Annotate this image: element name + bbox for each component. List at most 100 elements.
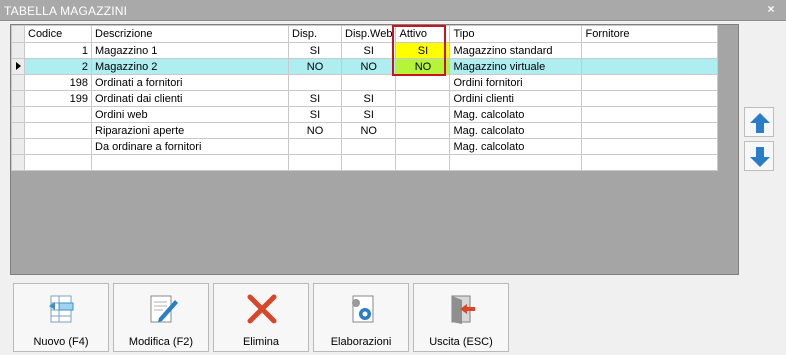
cell-disp-web[interactable]: [340, 138, 397, 155]
cell-attivo[interactable]: NO: [395, 58, 451, 75]
cell-codice[interactable]: [24, 106, 92, 123]
processing-button-label: Elaborazioni: [330, 336, 392, 348]
cell-tipo[interactable]: Ordini fornitori: [449, 74, 583, 91]
move-up-button[interactable]: [744, 107, 774, 137]
cell-disp-web[interactable]: NO: [340, 122, 397, 139]
cell-codice[interactable]: [24, 122, 92, 139]
col-header-descrizione[interactable]: Descrizione: [91, 25, 289, 43]
cell-tipo[interactable]: Mag. calcolato: [449, 106, 583, 123]
cell-tipo[interactable]: Magazzino virtuale: [449, 58, 583, 75]
table-row[interactable]: Riparazioni aperte NO NO Mag. calcolato: [11, 122, 719, 139]
col-header-codice[interactable]: Codice: [24, 25, 92, 43]
cell-descrizione[interactable]: Riparazioni aperte: [91, 122, 289, 139]
col-header-disp-web[interactable]: Disp.Web: [340, 25, 397, 43]
cell-disp[interactable]: SI: [288, 42, 342, 59]
cell-disp[interactable]: SI: [288, 90, 342, 107]
cell-disp[interactable]: SI: [288, 106, 342, 123]
cell-disp[interactable]: [288, 154, 342, 171]
new-button[interactable]: Nuovo (F4): [13, 283, 109, 352]
cell-disp[interactable]: NO: [288, 58, 342, 75]
cell-disp-web[interactable]: [340, 154, 397, 171]
col-header-attivo[interactable]: Attivo: [395, 25, 451, 43]
table-row[interactable]: 1 Magazzino 1 SI SI SI Magazzino standar…: [11, 42, 719, 59]
new-button-label: Nuovo (F4): [33, 336, 89, 348]
processing-button[interactable]: Elaborazioni: [313, 283, 409, 352]
cell-attivo[interactable]: [395, 122, 451, 139]
edit-button-label: Modifica (F2): [128, 336, 194, 348]
cell-fornitore[interactable]: [581, 42, 719, 59]
cell-disp-web[interactable]: SI: [340, 106, 397, 123]
exit-button[interactable]: Uscita (ESC): [413, 283, 509, 352]
cell-codice[interactable]: [24, 138, 92, 155]
cell-disp-web[interactable]: NO: [340, 58, 397, 75]
close-icon[interactable]: ×: [764, 2, 778, 16]
cell-descrizione[interactable]: Magazzino 1: [91, 42, 289, 59]
cell-descrizione[interactable]: Ordinati a fornitori: [91, 74, 289, 91]
row-indicator[interactable]: [11, 74, 25, 91]
cell-attivo[interactable]: [395, 106, 451, 123]
table-row-empty[interactable]: [11, 154, 719, 171]
row-indicator-header: [11, 25, 25, 43]
cell-disp-web[interactable]: SI: [340, 42, 397, 59]
edit-button[interactable]: Modifica (F2): [113, 283, 209, 352]
exit-button-label: Uscita (ESC): [429, 336, 493, 348]
move-down-button[interactable]: [744, 141, 774, 171]
cell-fornitore[interactable]: [581, 122, 719, 139]
cell-disp[interactable]: [288, 74, 342, 91]
cell-attivo[interactable]: [395, 138, 451, 155]
delete-button[interactable]: Elimina: [213, 283, 309, 352]
cell-codice[interactable]: 1: [24, 42, 92, 59]
exit-door-icon: [451, 295, 475, 324]
cell-fornitore[interactable]: [581, 138, 719, 155]
col-header-fornitore[interactable]: Fornitore: [581, 25, 719, 43]
title-bar: TABELLA MAGAZZINI ×: [0, 0, 786, 21]
table-row-selected[interactable]: 2 Magazzino 2 NO NO NO Magazzino virtual…: [11, 58, 719, 75]
current-row-arrow-icon: [16, 61, 21, 70]
cell-descrizione[interactable]: Magazzino 2: [91, 58, 289, 75]
warehouse-table: Codice Descrizione Disp. Disp.Web Attivo…: [11, 25, 719, 171]
cell-tipo[interactable]: Mag. calcolato: [449, 122, 583, 139]
new-table-icon: [49, 295, 74, 323]
table-row[interactable]: Ordini web SI SI Mag. calcolato: [11, 106, 719, 123]
row-indicator[interactable]: [11, 58, 25, 75]
cell-tipo[interactable]: Magazzino standard: [449, 42, 583, 59]
warehouse-grid: Codice Descrizione Disp. Disp.Web Attivo…: [10, 24, 739, 275]
cell-tipo[interactable]: Mag. calcolato: [449, 138, 583, 155]
row-indicator[interactable]: [11, 122, 25, 139]
cell-codice[interactable]: 2: [24, 58, 92, 75]
row-indicator[interactable]: [11, 138, 25, 155]
cell-fornitore[interactable]: [581, 58, 719, 75]
table-row[interactable]: 199 Ordinati dai clienti SI SI Ordini cl…: [11, 90, 719, 107]
cell-disp[interactable]: [288, 138, 342, 155]
cell-descrizione[interactable]: [91, 154, 289, 171]
table-row[interactable]: 198 Ordinati a fornitori Ordini fornitor…: [11, 74, 719, 91]
cell-fornitore[interactable]: [581, 106, 719, 123]
document-gear-icon: [352, 295, 374, 323]
cell-attivo[interactable]: [395, 90, 451, 107]
cell-fornitore[interactable]: [581, 90, 719, 107]
col-header-tipo[interactable]: Tipo: [449, 25, 583, 43]
row-indicator[interactable]: [11, 154, 25, 171]
cell-descrizione[interactable]: Ordini web: [91, 106, 289, 123]
cell-disp-web[interactable]: SI: [340, 90, 397, 107]
cell-attivo[interactable]: [395, 74, 451, 91]
cell-attivo[interactable]: [395, 154, 451, 171]
cell-fornitore[interactable]: [581, 154, 719, 171]
cell-fornitore[interactable]: [581, 74, 719, 91]
cell-disp-web[interactable]: [340, 74, 397, 91]
row-indicator[interactable]: [11, 106, 25, 123]
cell-codice[interactable]: [24, 154, 92, 171]
row-indicator[interactable]: [11, 90, 25, 107]
cell-descrizione[interactable]: Da ordinare a fornitori: [91, 138, 289, 155]
cell-tipo[interactable]: [449, 154, 583, 171]
cell-tipo[interactable]: Ordini clienti: [449, 90, 583, 107]
cell-codice[interactable]: 198: [24, 74, 92, 91]
cell-codice[interactable]: 199: [24, 90, 92, 107]
cell-disp[interactable]: NO: [288, 122, 342, 139]
col-header-disp[interactable]: Disp.: [288, 25, 342, 43]
cell-attivo[interactable]: SI: [395, 42, 451, 59]
table-row[interactable]: Da ordinare a fornitori Mag. calcolato: [11, 138, 719, 155]
delete-button-label: Elimina: [242, 336, 280, 348]
row-indicator[interactable]: [11, 42, 25, 59]
cell-descrizione[interactable]: Ordinati dai clienti: [91, 90, 289, 107]
